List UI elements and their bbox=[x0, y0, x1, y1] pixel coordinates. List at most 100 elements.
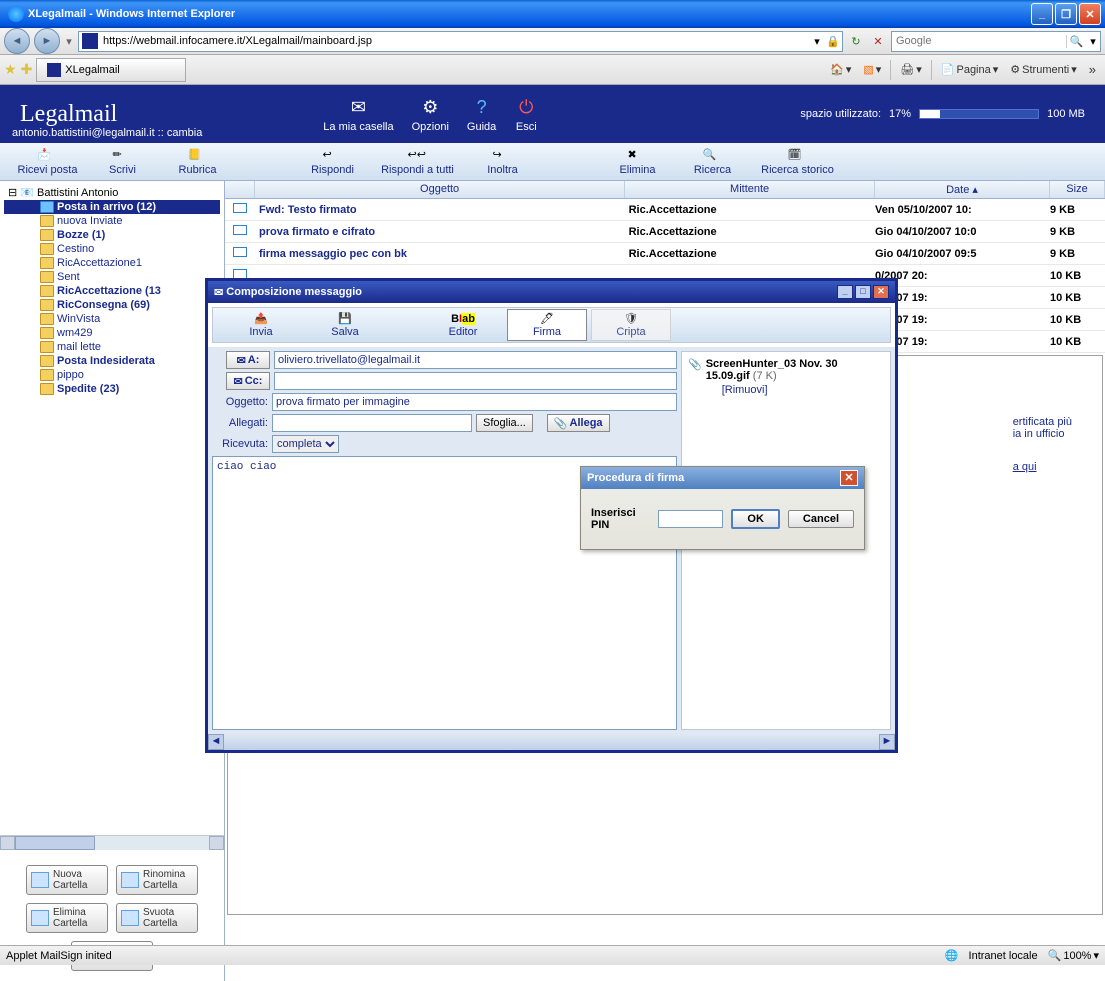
compose-titlebar[interactable]: ✉ Composizione messaggio _ □ ✕ bbox=[208, 281, 895, 303]
search-input[interactable] bbox=[892, 35, 1066, 47]
pin-ok-button[interactable]: OK bbox=[731, 509, 780, 529]
cc-button[interactable]: ✉ Cc: bbox=[226, 372, 270, 390]
search-history-button[interactable]: 🗓Ricerca storico bbox=[750, 148, 845, 176]
compose-close-button[interactable]: ✕ bbox=[873, 285, 889, 299]
preview-link[interactable]: a qui bbox=[1013, 461, 1037, 473]
folder-tree-item[interactable]: Posta Indesiderata bbox=[4, 354, 220, 368]
favorites-star-icon[interactable]: ★ bbox=[4, 61, 17, 78]
pin-titlebar[interactable]: Procedura di firma ✕ bbox=[581, 467, 864, 489]
home-button[interactable]: 🏠 ▾ bbox=[825, 60, 856, 79]
message-row[interactable]: Fwd: Testo firmatoRic.AccettazioneVen 05… bbox=[225, 199, 1105, 221]
attachment-item[interactable]: 📎 ScreenHunter_03 Nov. 30 15.09.gif (7 K… bbox=[688, 358, 884, 396]
pin-input[interactable] bbox=[658, 510, 723, 528]
search-dropdown[interactable]: ▾ bbox=[1086, 35, 1100, 48]
new-folder-button[interactable]: Nuova Cartella bbox=[26, 865, 108, 895]
minimize-button[interactable]: _ bbox=[1031, 3, 1053, 25]
delete-button[interactable]: ✖Elimina bbox=[600, 148, 675, 176]
chevron-more-icon[interactable]: » bbox=[1084, 60, 1101, 79]
reply-button[interactable]: ↩Rispondi bbox=[295, 148, 370, 176]
save-button[interactable]: 💾Salva bbox=[305, 309, 385, 341]
search-box[interactable]: 🔍 ▾ bbox=[891, 31, 1101, 52]
folder-tree-item[interactable]: Spedite (23) bbox=[4, 382, 220, 396]
address-bar[interactable]: https://webmail.infocamere.it/XLegalmail… bbox=[78, 31, 843, 52]
to-button[interactable]: ✉ A: bbox=[226, 351, 270, 369]
address-dropdown[interactable]: ▾ bbox=[810, 35, 824, 48]
scroll-track[interactable] bbox=[224, 734, 879, 750]
help-button[interactable]: ?Guida bbox=[461, 93, 502, 135]
scroll-left-button[interactable]: ◄ bbox=[208, 734, 224, 750]
page-menu[interactable]: 📄 Pagina ▾ bbox=[936, 60, 1004, 79]
col-date[interactable]: Date ▴ bbox=[875, 181, 1050, 198]
receive-mail-button[interactable]: 📩Ricevi posta bbox=[10, 148, 85, 176]
close-button[interactable]: ✕ bbox=[1079, 3, 1101, 25]
folder-tree-item[interactable]: mail lette bbox=[4, 340, 220, 354]
folder-tree-item[interactable]: Sent bbox=[4, 270, 220, 284]
refresh-button[interactable]: ↻ bbox=[847, 32, 865, 50]
feeds-button[interactable]: ▧ ▾ bbox=[858, 60, 886, 79]
tools-menu[interactable]: ⚙ Strumenti ▾ bbox=[1005, 60, 1081, 79]
scroll-thumb[interactable] bbox=[15, 836, 95, 850]
delete-folder-button[interactable]: Elimina Cartella bbox=[26, 903, 108, 933]
col-subject[interactable]: Oggetto bbox=[255, 181, 625, 198]
browse-button[interactable]: Sfoglia... bbox=[476, 414, 533, 432]
tree-root[interactable]: ⊟ 📧 Battistini Antonio bbox=[4, 185, 220, 200]
forward-button[interactable]: ↪Inoltra bbox=[465, 148, 540, 176]
col-icon[interactable] bbox=[225, 181, 255, 198]
exit-button[interactable]: ⏻Esci bbox=[508, 93, 544, 135]
folder-tree-item[interactable]: Bozze (1) bbox=[4, 228, 220, 242]
to-input[interactable] bbox=[274, 351, 677, 369]
receipt-select[interactable]: completa bbox=[272, 435, 339, 453]
compose-maximize-button[interactable]: □ bbox=[855, 285, 871, 299]
col-sender[interactable]: Mittente bbox=[625, 181, 875, 198]
my-mailbox-button[interactable]: ✉La mia casella bbox=[317, 93, 399, 135]
reply-all-button[interactable]: ↩↩Rispondi a tutti bbox=[370, 148, 465, 176]
col-size[interactable]: Size bbox=[1050, 181, 1105, 198]
print-button[interactable]: 🖨 ▾ bbox=[895, 60, 927, 79]
account-link[interactable]: antonio.battistini@legalmail.it :: cambi… bbox=[12, 127, 202, 139]
cc-input[interactable] bbox=[274, 372, 677, 390]
contacts-button[interactable]: 📒Rubrica bbox=[160, 148, 235, 176]
search-button[interactable]: 🔍 bbox=[1066, 35, 1086, 48]
back-button[interactable]: ◄ bbox=[4, 28, 30, 54]
compose-minimize-button[interactable]: _ bbox=[837, 285, 853, 299]
folder-tree-item[interactable]: Cestino bbox=[4, 242, 220, 256]
sign-button[interactable]: 🖊Firma bbox=[507, 309, 587, 341]
url-text[interactable]: https://webmail.infocamere.it/XLegalmail… bbox=[101, 35, 810, 47]
folder-tree-item[interactable]: RicAccettazione1 bbox=[4, 256, 220, 270]
zoom-control[interactable]: 🔍 100% ▾ bbox=[1048, 949, 1099, 962]
options-button[interactable]: ⚙Opzioni bbox=[406, 93, 455, 135]
compose-button[interactable]: ✏Scrivi bbox=[85, 148, 160, 176]
maximize-button[interactable]: ❐ bbox=[1055, 3, 1077, 25]
folder-tree-item[interactable]: Posta in arrivo (12) bbox=[4, 200, 220, 214]
folder-tree-item[interactable]: RicConsegna (69) bbox=[4, 298, 220, 312]
message-row[interactable]: prova firmato e cifratoRic.AccettazioneG… bbox=[225, 221, 1105, 243]
folder-tree-item[interactable]: pippo bbox=[4, 368, 220, 382]
pin-close-button[interactable]: ✕ bbox=[840, 470, 858, 486]
pin-cancel-button[interactable]: Cancel bbox=[788, 510, 854, 528]
stop-button[interactable]: ✕ bbox=[869, 32, 887, 50]
search-button[interactable]: 🔍Ricerca bbox=[675, 148, 750, 176]
folder-hscroll[interactable] bbox=[0, 835, 224, 850]
folder-tree-item[interactable]: wm429 bbox=[4, 326, 220, 340]
subject-input[interactable] bbox=[272, 393, 677, 411]
folder-tree-item[interactable]: RicAccettazione (13 bbox=[4, 284, 220, 298]
folder-tree-item[interactable]: WinVista bbox=[4, 312, 220, 326]
send-button[interactable]: 📤Invia bbox=[221, 309, 301, 341]
folder-tree-item[interactable]: nuova Inviate bbox=[4, 214, 220, 228]
scroll-left-button[interactable] bbox=[0, 836, 15, 850]
empty-folder-button[interactable]: Svuota Cartella bbox=[116, 903, 198, 933]
forward-button[interactable]: ► bbox=[34, 28, 60, 54]
attach-button[interactable]: 📎Allega bbox=[547, 414, 610, 432]
add-favorites-icon[interactable]: ✚ bbox=[21, 61, 33, 78]
rename-folder-button[interactable]: Rinomina Cartella bbox=[116, 865, 198, 895]
scroll-right-button[interactable]: ► bbox=[879, 734, 895, 750]
editor-button[interactable]: BIabEditor bbox=[423, 309, 503, 341]
encrypt-button[interactable]: 🛡Cripta bbox=[591, 309, 671, 341]
message-row[interactable]: firma messaggio pec con bkRic.Accettazio… bbox=[225, 243, 1105, 265]
compose-hscroll[interactable]: ◄ ► bbox=[208, 734, 895, 750]
attachment-path-input[interactable] bbox=[272, 414, 472, 432]
scroll-right-button[interactable] bbox=[209, 836, 224, 850]
remove-attachment-link[interactable]: [Rimuovi] bbox=[722, 384, 884, 396]
browser-tab[interactable]: XLegalmail bbox=[36, 58, 186, 82]
attachment-size: (7 K) bbox=[753, 370, 777, 382]
